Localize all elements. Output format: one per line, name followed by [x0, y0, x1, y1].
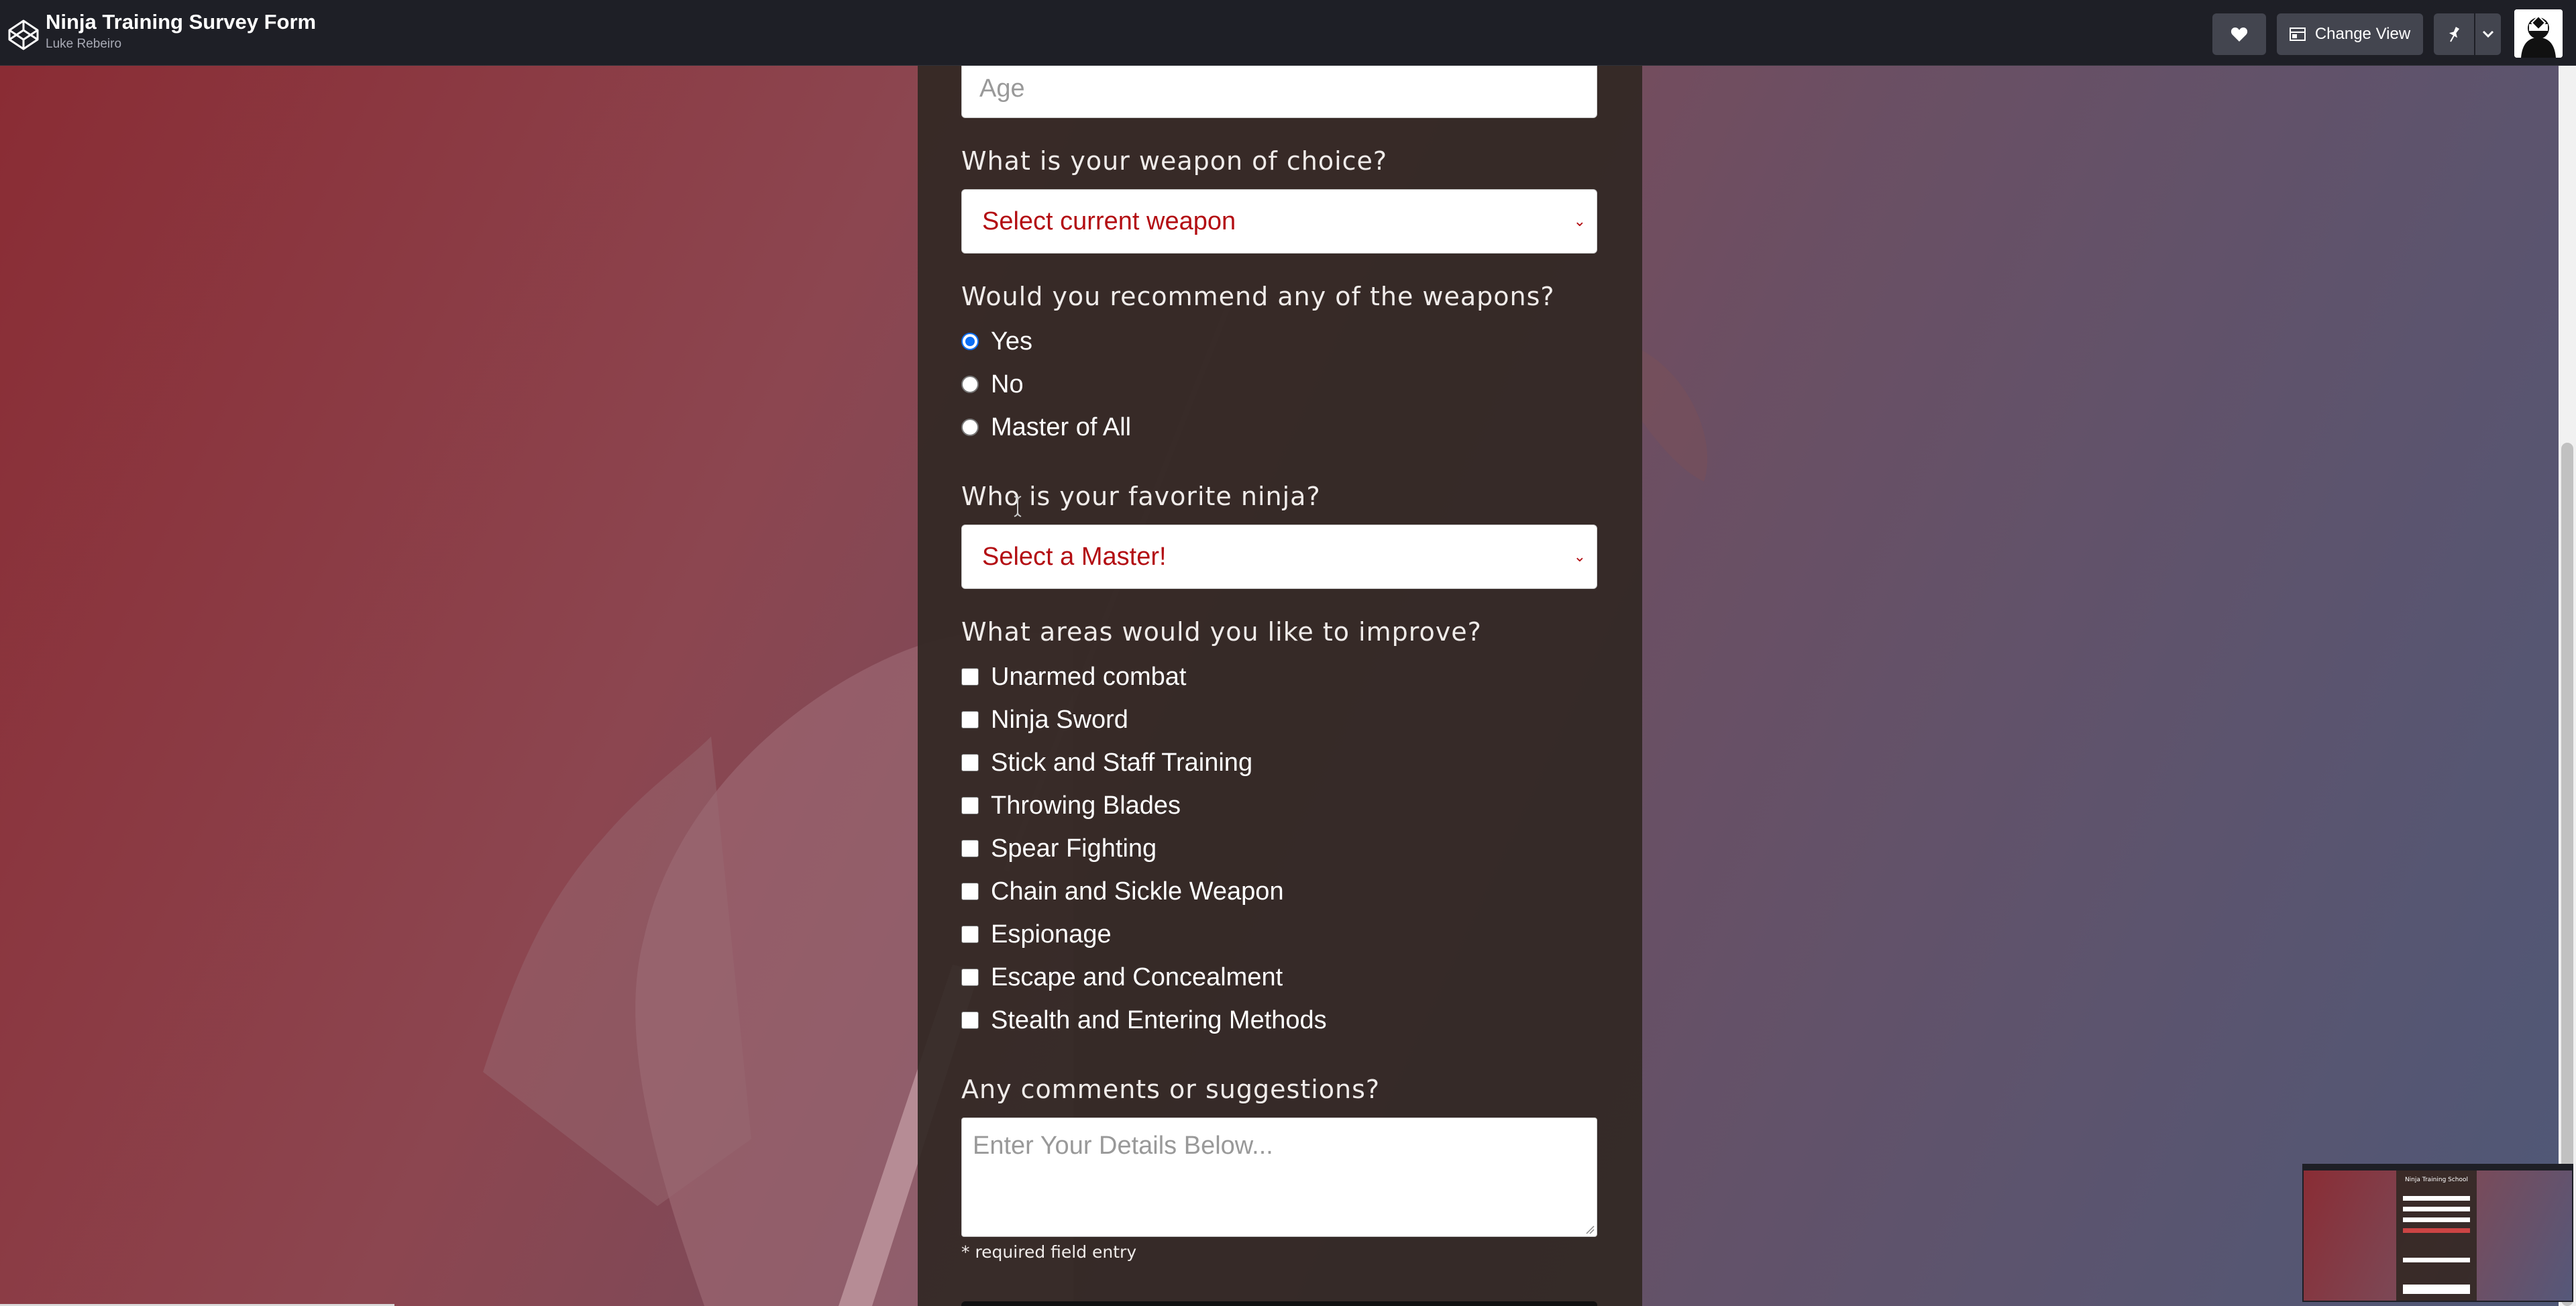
- checkbox[interactable]: [961, 969, 979, 986]
- comments-label: Any comments or suggestions?: [961, 1075, 1381, 1104]
- radio-no[interactable]: No: [961, 368, 1024, 401]
- required-note: * required field entry: [961, 1242, 1137, 1262]
- submit-button-edge[interactable]: [961, 1301, 1597, 1306]
- checkbox[interactable]: [961, 711, 979, 728]
- pen-title-block: Ninja Training Survey Form Luke Rebeiro: [46, 9, 316, 52]
- weapon-label: What is your weapon of choice?: [961, 146, 1388, 176]
- comments-placeholder: Enter Your Details Below...: [973, 1132, 1273, 1160]
- editor-header: Ninja Training Survey Form Luke Rebeiro …: [0, 0, 2576, 66]
- checkbox-item[interactable]: Throwing Blades: [961, 789, 1181, 822]
- favorite-ninja-select[interactable]: Select a Master! ⌄: [961, 525, 1597, 589]
- love-button[interactable]: [2212, 13, 2266, 55]
- pin-button[interactable]: [2434, 13, 2474, 55]
- radio-button[interactable]: [961, 419, 979, 436]
- checkbox-label: Espionage: [991, 920, 1112, 948]
- checkbox-label: Throwing Blades: [991, 791, 1181, 820]
- radio-button-checked[interactable]: [961, 333, 979, 350]
- checkbox[interactable]: [961, 797, 979, 814]
- weapon-select[interactable]: Select current weapon ⌄: [961, 189, 1597, 254]
- checkbox-label: Spear Fighting: [991, 834, 1157, 863]
- checkbox-label: Stealth and Entering Methods: [991, 1005, 1327, 1034]
- preview-title: Ninja Training School: [2404, 1177, 2469, 1183]
- preview-form-panel: [2396, 1171, 2477, 1301]
- preview-header: [2304, 1165, 2572, 1171]
- checkbox-item[interactable]: Stealth and Entering Methods: [961, 1003, 1327, 1037]
- change-view-button[interactable]: Change View: [2277, 13, 2423, 55]
- age-input[interactable]: Age: [961, 59, 1597, 118]
- checkbox-item[interactable]: Escape and Concealment: [961, 961, 1283, 994]
- checkbox-item[interactable]: Espionage: [961, 918, 1112, 951]
- layout-icon: [2289, 28, 2306, 41]
- preview-field: [2403, 1228, 2470, 1233]
- checkbox-item[interactable]: Unarmed combat: [961, 660, 1186, 694]
- checkbox-item[interactable]: Chain and Sickle Weapon: [961, 875, 1284, 908]
- checkbox[interactable]: [961, 883, 979, 900]
- preview-thumbnail[interactable]: Ninja Training School: [2302, 1164, 2573, 1302]
- chevron-down-icon: [2482, 30, 2494, 38]
- pen-title[interactable]: Ninja Training Survey Form: [46, 9, 316, 35]
- weapon-select-value: Select current weapon: [982, 207, 1236, 235]
- checkbox-label: Chain and Sickle Weapon: [991, 877, 1284, 906]
- checkbox[interactable]: [961, 668, 979, 686]
- favorite-select-value: Select a Master!: [982, 542, 1167, 571]
- chevron-down-icon: ⌄: [1573, 213, 1586, 229]
- preview-field: [2403, 1258, 2470, 1262]
- pin-icon: [2449, 26, 2460, 42]
- checkbox-item[interactable]: Ninja Sword: [961, 703, 1128, 737]
- preview-field: [2403, 1207, 2470, 1211]
- checkbox-label: Ninja Sword: [991, 705, 1128, 734]
- recommend-label: Would you recommend any of the weapons?: [961, 282, 1555, 311]
- checkbox[interactable]: [961, 926, 979, 943]
- checkbox-item[interactable]: Spear Fighting: [961, 832, 1157, 865]
- pin-options-button[interactable]: [2475, 13, 2501, 55]
- radio-label: No: [991, 370, 1024, 398]
- checkbox[interactable]: [961, 1012, 979, 1029]
- radio-button[interactable]: [961, 376, 979, 393]
- resize-grip-icon[interactable]: [1585, 1225, 1595, 1234]
- checkbox-label: Unarmed combat: [991, 662, 1187, 691]
- age-placeholder: Age: [979, 74, 1025, 103]
- checkbox[interactable]: [961, 754, 979, 771]
- checkbox-label: Escape and Concealment: [991, 963, 1283, 991]
- comments-textarea[interactable]: Enter Your Details Below...: [961, 1118, 1597, 1237]
- text-cursor-icon: [1014, 496, 1022, 517]
- preview-field: [2403, 1196, 2470, 1201]
- avatar-icon: [2514, 9, 2563, 58]
- preview-field: [2403, 1217, 2470, 1222]
- radio-label: Yes: [991, 327, 1032, 356]
- improve-label: What areas would you like to improve?: [961, 617, 1482, 647]
- change-view-label: Change View: [2314, 25, 2411, 43]
- checkbox-item[interactable]: Stick and Staff Training: [961, 746, 1252, 779]
- radio-label: Master of All: [991, 413, 1132, 441]
- heart-icon: [2231, 28, 2248, 42]
- radio-yes[interactable]: Yes: [961, 325, 1032, 358]
- user-avatar[interactable]: [2514, 9, 2563, 58]
- preview-field: [2403, 1285, 2470, 1294]
- checkbox-label: Stick and Staff Training: [991, 748, 1253, 777]
- pen-author[interactable]: Luke Rebeiro: [46, 36, 316, 52]
- checkbox[interactable]: [961, 840, 979, 857]
- codepen-logo-icon[interactable]: [7, 18, 40, 52]
- chevron-down-icon: ⌄: [1573, 548, 1586, 565]
- radio-master-of-all[interactable]: Master of All: [961, 411, 1131, 444]
